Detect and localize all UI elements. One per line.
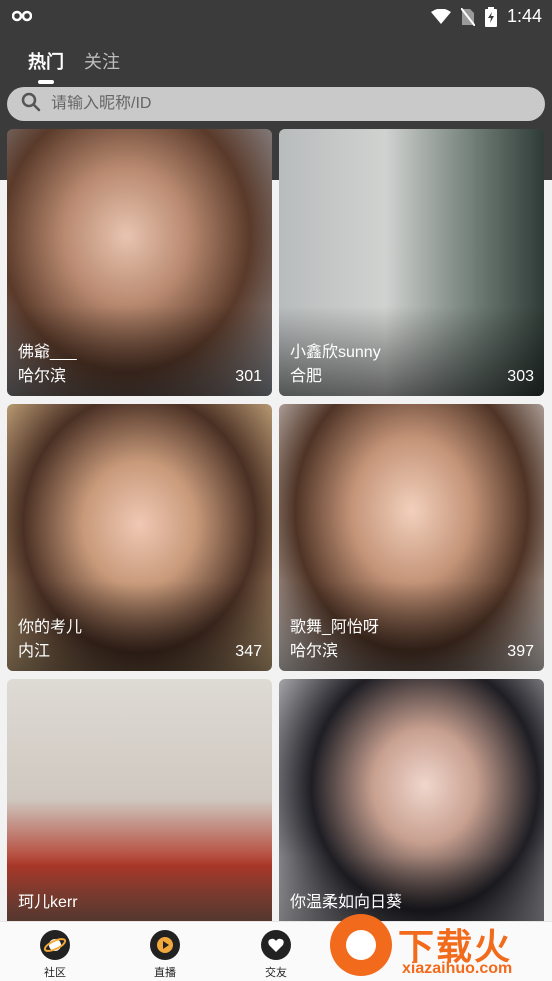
no-sim-icon <box>460 7 475 26</box>
streamer-city: 合肥 <box>290 368 323 385</box>
search-bar[interactable] <box>7 87 545 121</box>
streamer-city: 哈尔滨 <box>290 643 339 660</box>
nav-community-label: 社区 <box>44 967 66 979</box>
streamer-city: 内江 <box>18 643 51 660</box>
tab-follow[interactable]: 关注 <box>84 48 120 82</box>
streamer-name: 小鑫欣sunny <box>290 344 381 361</box>
tab-hot-label: 热门 <box>28 52 64 72</box>
streamer-card[interactable]: 歌舞_阿怡呀 哈尔滨 397 <box>279 404 544 671</box>
nav-live[interactable]: 直播 <box>135 930 195 980</box>
tab-follow-label: 关注 <box>84 52 120 72</box>
nav-community[interactable]: 社区 <box>25 930 85 980</box>
play-icon <box>150 930 180 960</box>
streamer-name: 你的考儿 <box>18 619 83 636</box>
tab-bar: 热门 关注 <box>28 48 120 84</box>
search-input[interactable] <box>51 95 471 113</box>
nav-dating-label: 交友 <box>265 967 287 979</box>
streamer-grid: 佛爺___ 哈尔滨 301 小鑫欣sunny 合肥 303 你的考儿 内江 34… <box>7 129 545 921</box>
active-tab-indicator <box>38 80 54 84</box>
streamer-card[interactable]: 佛爺___ 哈尔滨 301 <box>7 129 272 396</box>
battery-charging-icon <box>484 6 497 27</box>
viewer-count: 301 <box>235 368 262 385</box>
infinity-icon <box>11 9 33 23</box>
streamer-card[interactable]: 珂儿kerr <box>7 679 272 921</box>
heart-icon <box>261 930 291 960</box>
flame-logo-icon <box>330 914 392 976</box>
status-bar: 1:44 <box>0 0 552 34</box>
status-time: 1:44 <box>506 6 542 26</box>
streamer-card[interactable]: 你的考儿 内江 347 <box>7 404 272 671</box>
streamer-card[interactable]: 你温柔如向日葵 <box>279 679 544 921</box>
nav-dating[interactable]: 交友 <box>246 930 306 980</box>
viewer-count: 347 <box>235 643 262 660</box>
streamer-card[interactable]: 小鑫欣sunny 合肥 303 <box>279 129 544 396</box>
streamer-name: 歌舞_阿怡呀 <box>290 619 379 636</box>
streamer-name: 珂儿kerr <box>18 894 78 911</box>
watermark-logo: 下载火 xiazaihuo.com <box>330 906 552 981</box>
nav-live-label: 直播 <box>154 967 176 979</box>
search-icon <box>21 92 51 117</box>
streamer-city: 哈尔滨 <box>18 368 67 385</box>
wifi-icon <box>430 8 451 25</box>
tab-hot[interactable]: 热门 <box>28 48 64 84</box>
planet-icon <box>40 930 70 960</box>
watermark-url: xiazaihuo.com <box>402 960 513 977</box>
viewer-count: 303 <box>507 368 534 385</box>
streamer-name: 佛爺___ <box>18 344 77 361</box>
viewer-count: 397 <box>507 643 534 660</box>
